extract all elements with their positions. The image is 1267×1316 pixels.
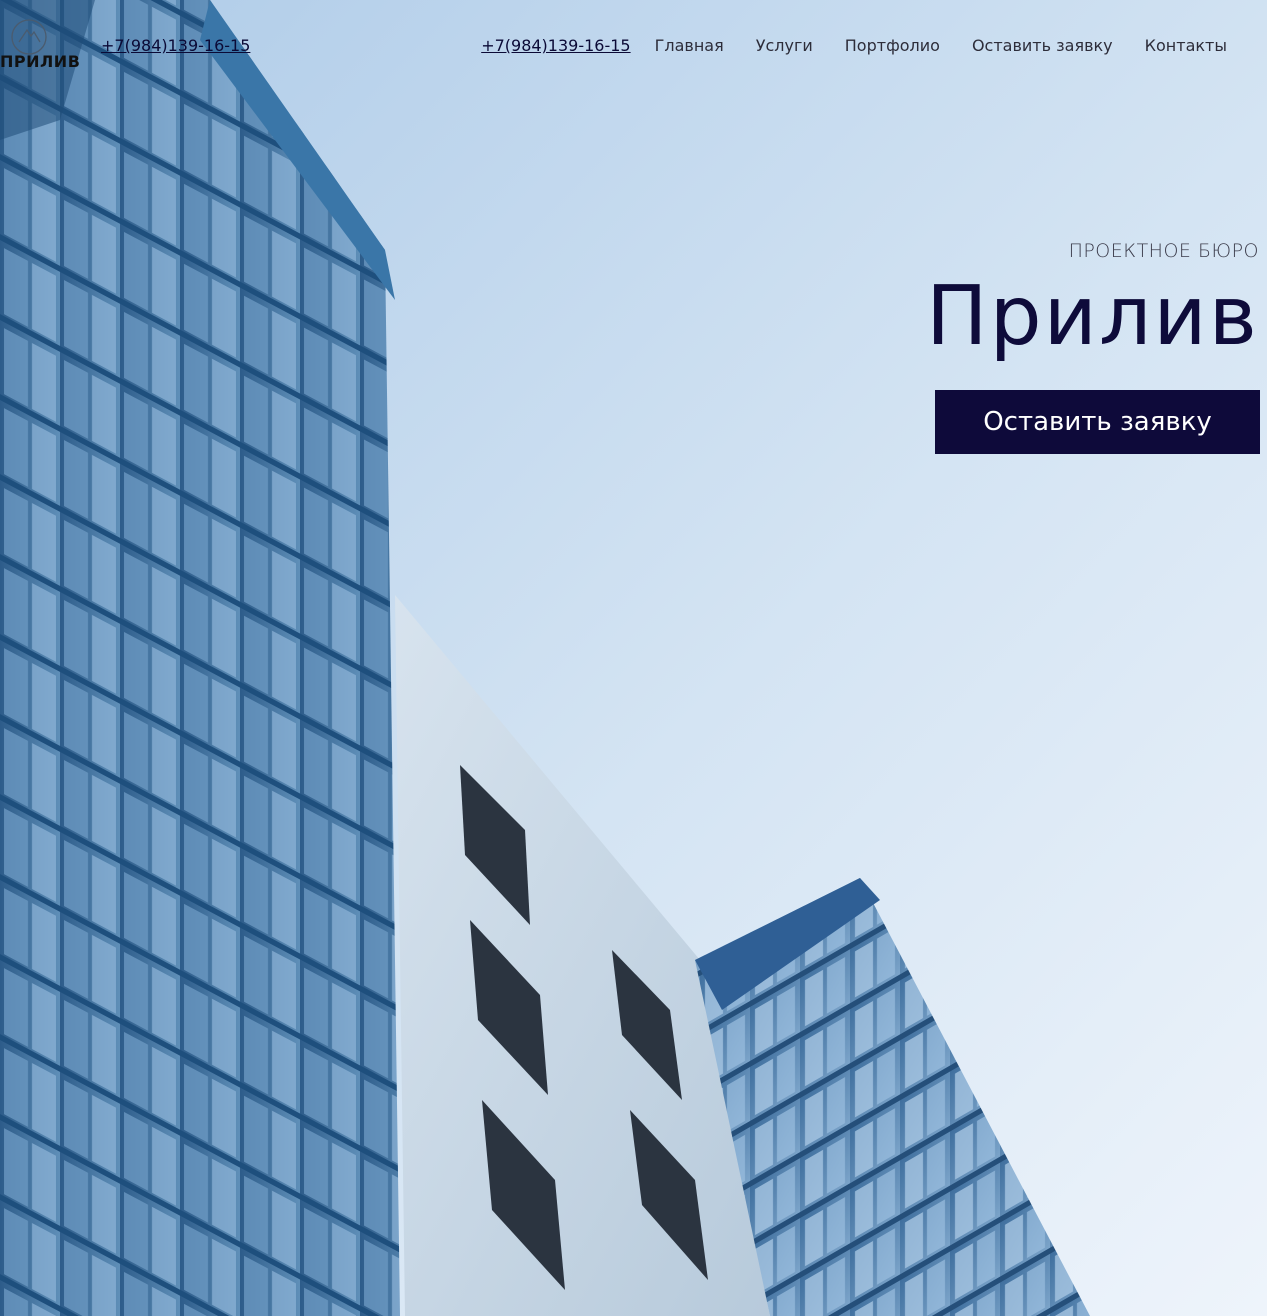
hero-background-image (0, 0, 1267, 1316)
nav-item-services[interactable]: Услуги (756, 36, 813, 55)
phone-link[interactable]: +7(984)139-16-15 (481, 36, 630, 55)
main-nav: +7(984)139-16-15 Главная Услуги Портфоли… (481, 36, 1227, 55)
nav-item-portfolio[interactable]: Портфолио (845, 36, 940, 55)
nav-item-request[interactable]: Оставить заявку (972, 36, 1113, 55)
nav-item-contacts[interactable]: Контакты (1145, 36, 1227, 55)
mountain-circle-icon (11, 19, 47, 55)
submit-request-button[interactable]: Оставить заявку (935, 390, 1260, 454)
logo[interactable]: ПРИЛИВ (0, 18, 80, 74)
phone-link-left[interactable]: +7(984)139-16-15 (101, 36, 250, 55)
nav-item-home[interactable]: Главная (655, 36, 724, 55)
hero-text-block: ПРОЕКТНОЕ БЮРО Прилив (839, 240, 1259, 358)
hero-subtitle: ПРОЕКТНОЕ БЮРО (1068, 240, 1259, 262)
logo-text: ПРИЛИВ (0, 52, 81, 71)
site-header: ПРИЛИВ +7(984)139-16-15 +7(984)139-16-15… (0, 0, 1267, 90)
hero-title: Прилив (925, 269, 1259, 364)
